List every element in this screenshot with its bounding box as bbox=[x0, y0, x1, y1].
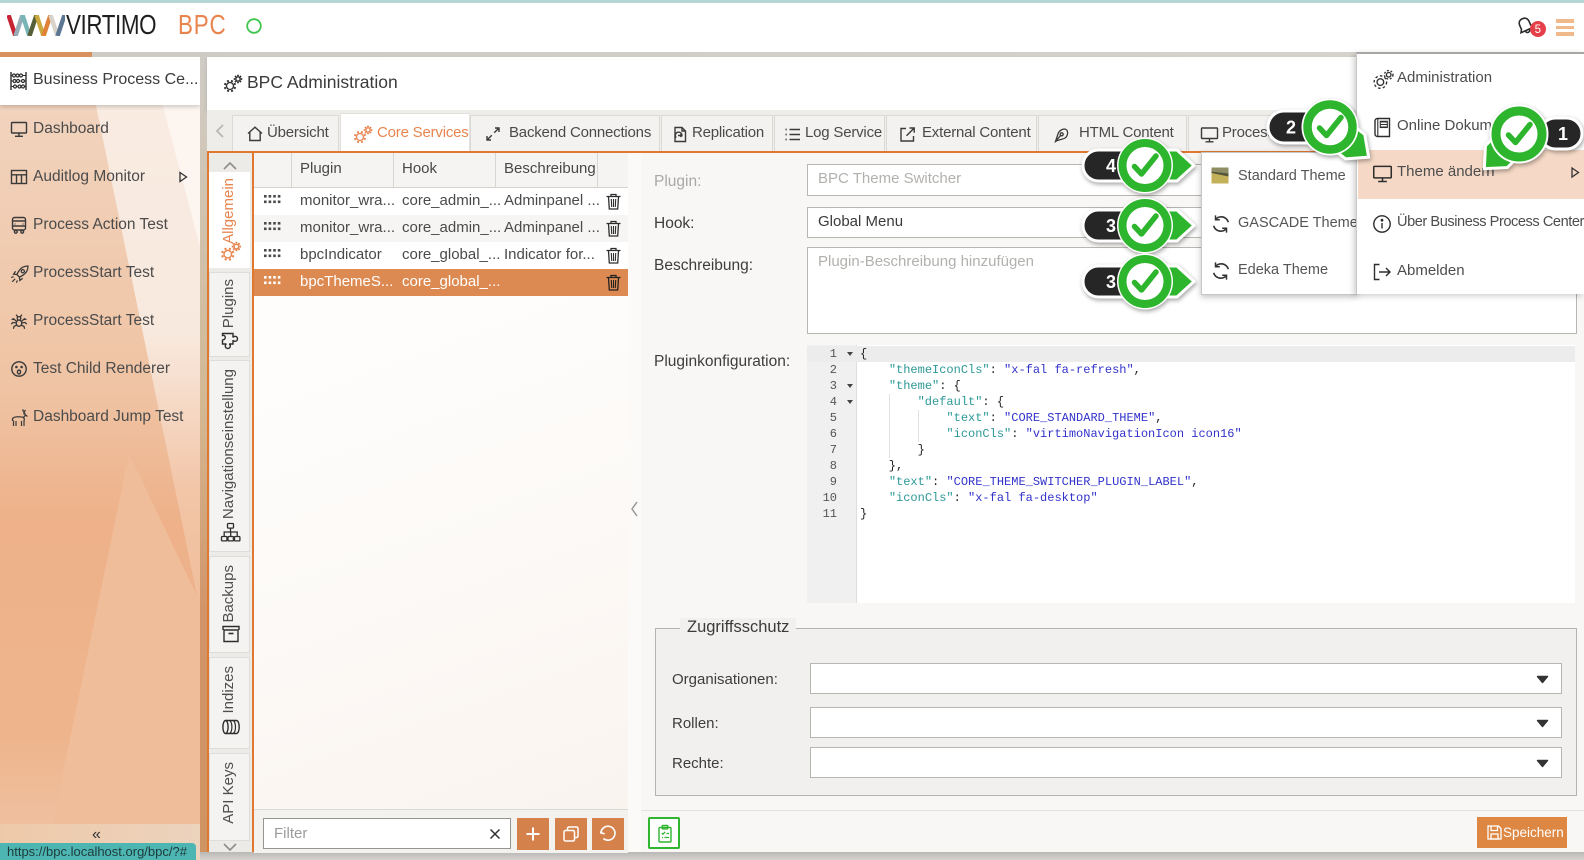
svg-text:3: 3 bbox=[1106, 272, 1116, 292]
svg-text:1: 1 bbox=[1558, 124, 1568, 144]
svg-text:4: 4 bbox=[1106, 156, 1116, 176]
svg-text:2: 2 bbox=[1286, 118, 1296, 138]
svg-text:3: 3 bbox=[1106, 216, 1116, 236]
